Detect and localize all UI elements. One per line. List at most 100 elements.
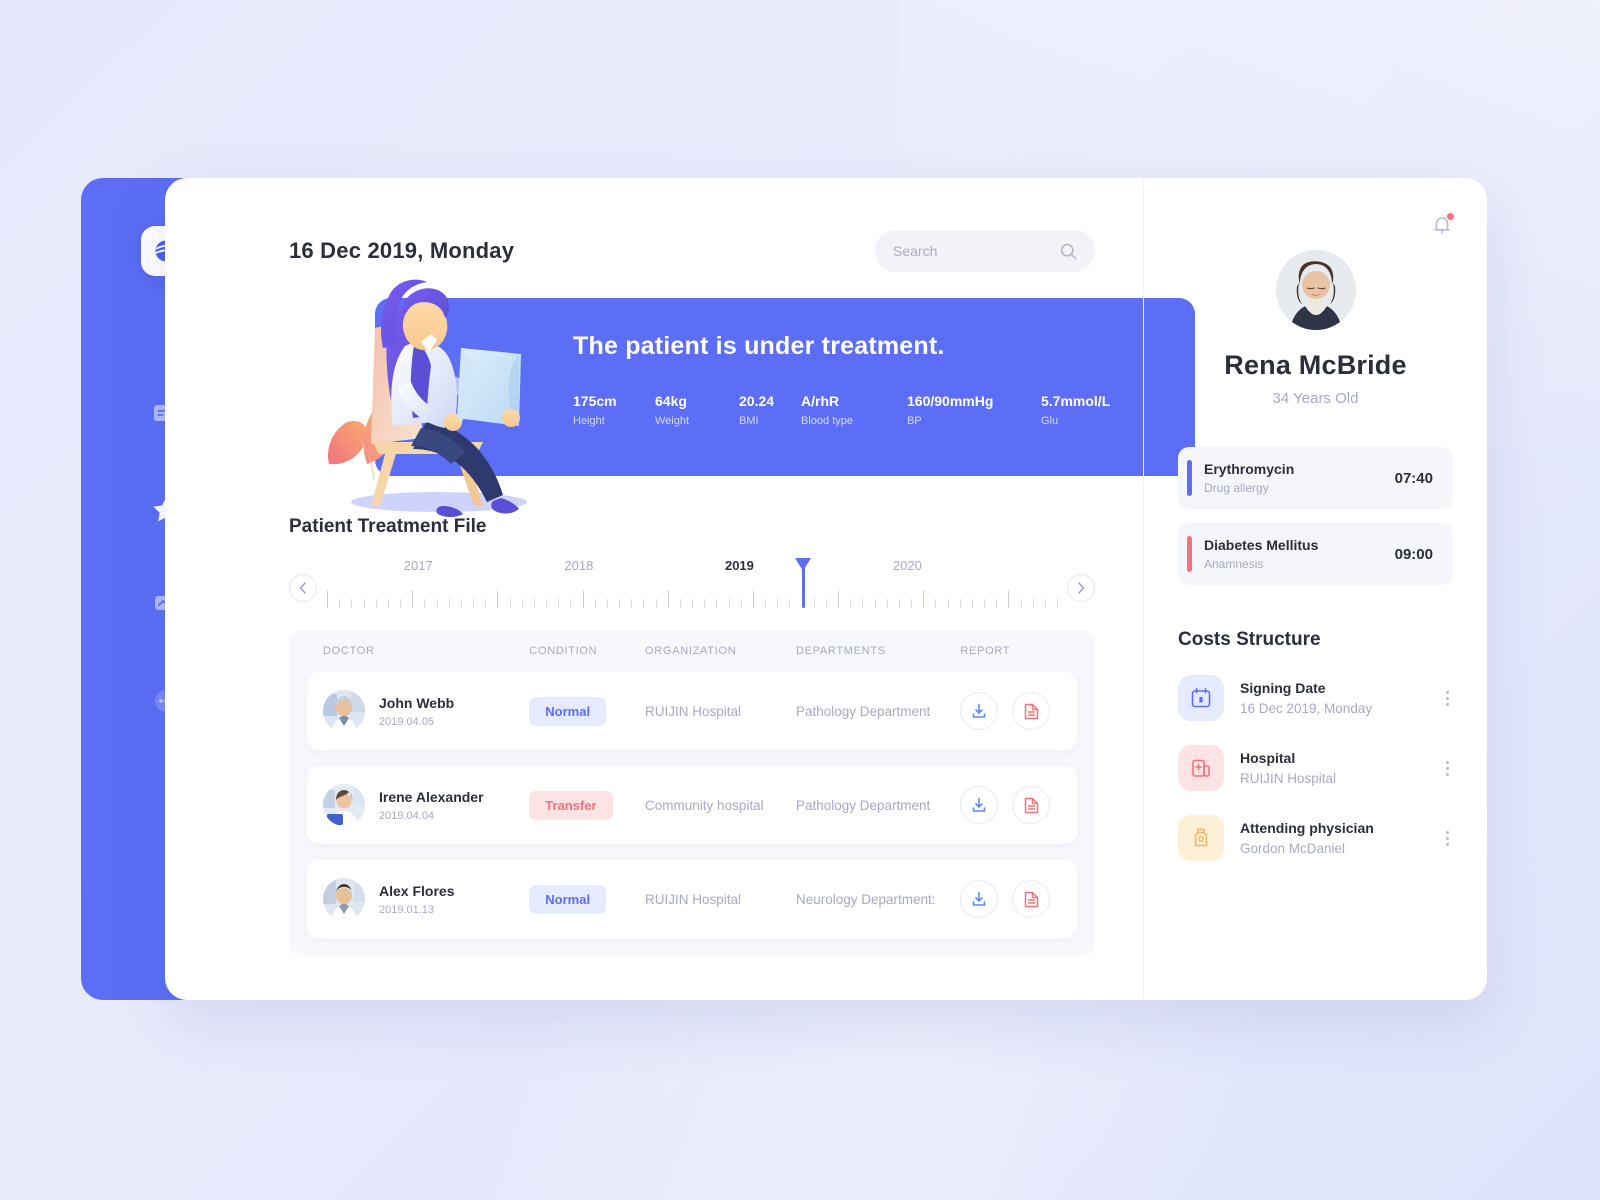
alert-card[interactable]: Diabetes Mellitus Anamnesis 09:00 [1178, 523, 1453, 585]
column-header-doctor: DOCTOR [323, 645, 375, 657]
document-icon [1024, 703, 1039, 719]
search-icon[interactable] [1060, 243, 1077, 260]
column-header-organization: ORGANIZATION [645, 645, 737, 657]
chevron-right-icon [1078, 582, 1085, 594]
avatar [323, 878, 365, 920]
download-icon [973, 703, 986, 718]
timeline-minor-tick [570, 599, 572, 608]
treatment-timeline: 2017 2018 2019 2020 [289, 558, 1095, 620]
timeline-track[interactable]: 2017 2018 2019 2020 [327, 558, 1058, 620]
patient-name: Rena McBride [1224, 350, 1407, 380]
timeline-marker[interactable] [794, 558, 811, 608]
download-report-button[interactable] [960, 880, 999, 918]
organization-cell: RUIJIN Hospital [645, 703, 742, 719]
timeline-minor-tick [521, 599, 523, 608]
department-cell: Pathology Department [795, 703, 931, 719]
vital-label: BMI [739, 415, 759, 427]
table-row[interactable]: Irene Alexander 2019.04.04 Transfer Comm… [307, 766, 1077, 844]
notification-button[interactable] [1431, 213, 1454, 236]
timeline-minor-tick [533, 599, 535, 608]
timeline-major-tick [1008, 591, 1010, 608]
timeline-prev-button[interactable] [289, 574, 317, 602]
timeline-minor-tick [387, 599, 389, 608]
kebab-menu-icon[interactable] [1442, 685, 1453, 712]
vital-label: Blood type [801, 415, 853, 427]
section-title: Patient Treatment File [289, 516, 487, 537]
condition-cell: Normal [529, 696, 645, 726]
kebab-menu-icon[interactable] [1442, 755, 1453, 782]
timeline-minor-tick [728, 599, 730, 608]
timeline-minor-tick [765, 599, 766, 608]
vitals-list: 175cm Height 64kg Weight 20.24 BMI A/rhR… [573, 393, 1195, 427]
vital-bmi: 20.24 BMI [739, 393, 801, 427]
cost-item-hospital[interactable]: Hospital RUIJIN Hospital [1178, 745, 1453, 791]
main-content: 16 Dec 2019, Monday The patient is under… [165, 178, 1195, 1000]
cost-info: Attending physician Gordon McDaniel [1240, 820, 1442, 856]
search-box[interactable] [875, 230, 1095, 272]
cost-item-signing-date[interactable]: Signing Date 16 Dec 2019, Monday [1178, 675, 1453, 721]
column-header-departments: DEPARTMENTS [795, 645, 886, 657]
treatment-table: DOCTOR CONDITION ORGANIZATION DEPARTMENT… [289, 630, 1095, 956]
timeline-minor-tick [400, 599, 401, 608]
hero-title: The patient is under treatment. [573, 332, 945, 360]
doctor-cell: Alex Flores 2019.01.13 [323, 878, 529, 920]
kebab-menu-icon[interactable] [1442, 825, 1453, 852]
timeline-minor-tick [813, 599, 815, 608]
patient-profile: Rena McBride 34 Years Old [1178, 250, 1453, 407]
timeline-minor-tick [375, 599, 377, 608]
cost-value: RUIJIN Hospital [1240, 771, 1337, 786]
avatar [323, 690, 365, 732]
timeline-major-tick [923, 591, 925, 608]
costs-structure-title: Costs Structure [1178, 629, 1321, 650]
doctor-female-photo [323, 784, 365, 826]
download-icon [973, 797, 986, 812]
timeline-minor-tick [1057, 599, 1058, 608]
timeline-minor-tick [1032, 599, 1034, 608]
notification-dot [1447, 213, 1454, 220]
cost-item-attending-physician[interactable]: Attending physician Gordon McDaniel [1178, 815, 1453, 861]
view-report-button[interactable] [1012, 880, 1051, 918]
timeline-minor-tick [959, 599, 961, 608]
search-input[interactable] [893, 243, 1053, 259]
timeline-minor-tick [825, 599, 827, 608]
view-report-button[interactable] [1012, 692, 1051, 730]
download-report-button[interactable] [960, 692, 999, 730]
timeline-year-labels: 2017 2018 2019 2020 [327, 558, 1057, 578]
timeline-next-button[interactable] [1067, 574, 1095, 602]
table-row[interactable]: Alex Flores 2019.01.13 Normal RUIJIN Hos… [307, 860, 1077, 938]
calendar-icon [1191, 687, 1211, 708]
table-row[interactable]: John Webb 2019.04.05 Normal RUIJIN Hospi… [307, 672, 1077, 750]
vital-height: 175cm Height [573, 393, 655, 427]
timeline-minor-tick [436, 599, 438, 608]
vital-value: 160/90mmHg [907, 393, 994, 409]
timeline-minor-tick [619, 599, 620, 608]
timeline-minor-tick [631, 599, 633, 608]
hero-banner-wrap: The patient is under treatment. 175cm He… [289, 279, 1195, 517]
timeline-minor-tick [509, 599, 511, 608]
alert-accent-bar [1187, 460, 1192, 496]
patient-woman-photo [1275, 250, 1356, 330]
avatar[interactable] [1275, 250, 1356, 330]
download-report-button[interactable] [960, 786, 999, 824]
avatar [323, 784, 365, 826]
timeline-minor-tick [546, 599, 547, 608]
right-panel: Rena McBride 34 Years Old Erythromycin D… [1143, 178, 1487, 1000]
timeline-minor-tick [351, 599, 353, 608]
alert-card[interactable]: Erythromycin Drug allergy 07:40 [1178, 447, 1453, 509]
report-cell [960, 786, 1061, 824]
timeline-minor-tick [460, 599, 462, 608]
timeline-minor-tick [716, 599, 718, 608]
condition-cell: Transfer [529, 790, 645, 820]
document-icon [1024, 797, 1039, 813]
vital-label: Height [573, 415, 605, 427]
table-header-row: DOCTOR CONDITION ORGANIZATION DEPARTMENT… [307, 630, 1077, 672]
top-bar: 16 Dec 2019, Monday [165, 178, 1143, 272]
doctor-info: Alex Flores 2019.01.13 [379, 883, 454, 916]
timeline-minor-tick [473, 599, 474, 608]
timeline-year-current: 2019 [724, 558, 754, 573]
vital-value: 20.24 [739, 393, 775, 409]
doctor-cell: Irene Alexander 2019.04.04 [323, 784, 529, 826]
hero-banner: The patient is under treatment. 175cm He… [375, 298, 1195, 476]
timeline-major-tick [327, 591, 328, 608]
view-report-button[interactable] [1012, 786, 1051, 824]
